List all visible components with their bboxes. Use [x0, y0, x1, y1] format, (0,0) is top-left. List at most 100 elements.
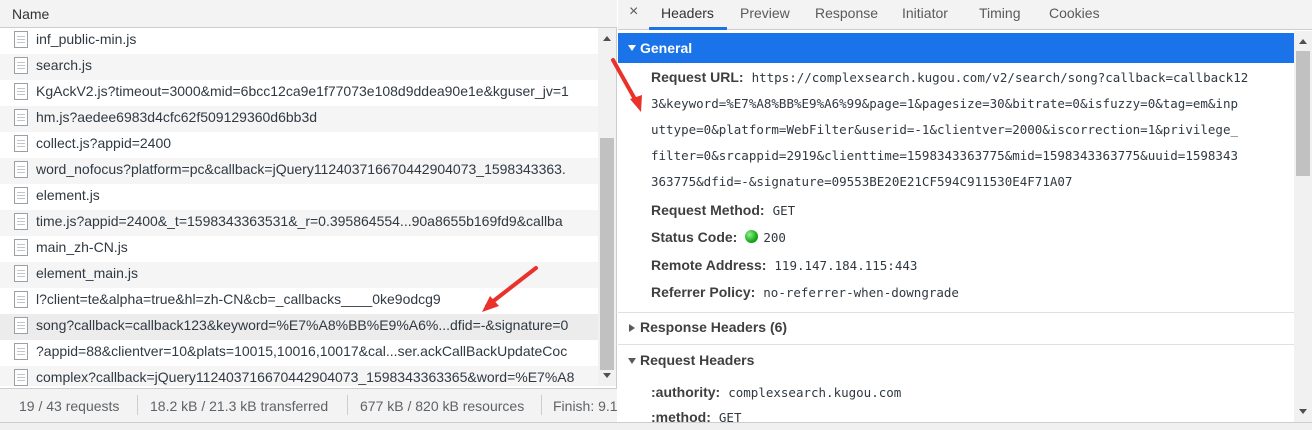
scroll-down-arrow-icon[interactable] — [1299, 409, 1307, 414]
request-name: main_zh-CN.js — [36, 239, 128, 255]
request-url-value-line[interactable]: uttype=0&platform=WebFilter&userid=-1&cl… — [651, 122, 1238, 137]
status-code-label: Status Code: — [651, 229, 738, 245]
request-headers-section-header[interactable]: Request Headers — [618, 347, 1294, 375]
referrer-policy-value[interactable]: no-referrer-when-downgrade — [763, 285, 959, 300]
scrollbar-thumb[interactable] — [600, 138, 614, 370]
document-icon — [14, 187, 28, 204]
request-row[interactable]: complex?callback=jQuery11240371667044290… — [0, 366, 598, 386]
detail-tab-bar: × Headers Preview Response Initiator Tim… — [618, 0, 1312, 30]
tab-cookies[interactable]: Cookies — [1049, 5, 1100, 21]
method-value[interactable]: GET — [719, 410, 742, 422]
request-name: search.js — [36, 57, 93, 73]
scroll-up-arrow-icon[interactable] — [603, 36, 611, 41]
request-row[interactable]: l?client=te&alpha=true&hl=zh-CN&cb=_call… — [0, 288, 598, 314]
tab-response[interactable]: Response — [815, 5, 878, 21]
document-icon — [14, 83, 28, 100]
request-list-scrollbar[interactable] — [598, 28, 616, 386]
status-divider — [541, 395, 542, 415]
tab-timing[interactable]: Timing — [979, 5, 1021, 21]
document-icon — [14, 317, 28, 334]
response-headers-section-header[interactable]: Response Headers (6) — [618, 314, 1294, 342]
method-row: :method: GET — [651, 409, 741, 422]
tab-headers[interactable]: Headers — [661, 5, 714, 21]
request-url-value-line[interactable]: filter=0&srcappid=2919&clienttime=159834… — [651, 148, 1238, 163]
request-row[interactable]: element.js — [0, 184, 598, 210]
request-row[interactable]: element_main.js — [0, 262, 598, 288]
status-divider — [137, 395, 138, 415]
authority-value[interactable]: complexsearch.kugou.com — [728, 385, 901, 400]
document-icon — [14, 57, 28, 74]
request-name: hm.js?aedee6983d4cfc62f509129360d6bb3d — [36, 109, 318, 125]
request-name: l?client=te&alpha=true&hl=zh-CN&cb=_call… — [36, 291, 441, 307]
document-icon — [14, 291, 28, 308]
referrer-policy-label: Referrer Policy: — [651, 284, 756, 300]
authority-label: :authority: — [651, 384, 721, 400]
document-icon — [14, 239, 28, 256]
document-icon — [14, 343, 28, 360]
collapsed-triangle-icon — [629, 324, 635, 332]
request-row[interactable]: collect.js?appid=2400 — [0, 132, 598, 158]
network-request-pane: Name inf_public-min.js search.js KgAckV2.j… — [0, 0, 617, 430]
request-list: inf_public-min.js search.js KgAckV2.js?tim… — [0, 28, 598, 386]
network-status-bar: 19 / 43 requests 18.2 kB / 21.3 kB trans… — [0, 388, 617, 422]
status-code-value[interactable]: 200 — [763, 230, 786, 245]
headers-panel: General Request URL: https://complexsearc… — [618, 31, 1294, 422]
request-row[interactable]: time.js?appid=2400&_t=1598343363531&_r=0… — [0, 210, 598, 236]
document-icon — [14, 135, 28, 152]
detail-scrollbar[interactable] — [1294, 31, 1312, 422]
transferred-size: 18.2 kB / 21.3 kB transferred — [150, 398, 329, 414]
request-name: word_nofocus?platform=pc&callback=jQuery… — [36, 161, 566, 177]
remote-address-value[interactable]: 119.147.184.115:443 — [774, 258, 917, 273]
status-divider — [347, 395, 348, 415]
request-name: element_main.js — [36, 265, 138, 281]
scroll-down-arrow-icon[interactable] — [603, 373, 611, 378]
request-row[interactable]: search.js — [0, 54, 598, 80]
request-row[interactable]: inf_public-min.js — [0, 28, 598, 54]
request-name: complex?callback=jQuery11240371667044290… — [36, 369, 575, 385]
tab-initiator[interactable]: Initiator — [902, 5, 948, 21]
name-column-header[interactable]: Name — [0, 0, 617, 28]
request-method-row: Request Method: GET — [651, 202, 795, 218]
request-url-label: Request URL: — [651, 69, 744, 85]
request-row[interactable]: main_zh-CN.js — [0, 236, 598, 262]
request-row[interactable]: hm.js?aedee6983d4cfc62f509129360d6bb3d — [0, 106, 598, 132]
request-row[interactable]: KgAckV2.js?timeout=3000&mid=6bcc12ca9e1f… — [0, 80, 598, 106]
request-headers-title: Request Headers — [640, 352, 755, 368]
request-name: inf_public-min.js — [36, 31, 137, 47]
close-icon[interactable]: × — [629, 3, 638, 21]
request-row[interactable]: word_nofocus?platform=pc&callback=jQuery… — [0, 158, 598, 184]
authority-row: :authority: complexsearch.kugou.com — [651, 384, 901, 400]
document-icon — [14, 265, 28, 282]
scroll-up-arrow-icon[interactable] — [1299, 39, 1307, 44]
request-name: KgAckV2.js?timeout=3000&mid=6bcc12ca9e1f… — [36, 83, 569, 99]
status-ok-dot-icon — [745, 230, 759, 243]
remote-address-label: Remote Address: — [651, 257, 767, 273]
remote-address-row: Remote Address: 119.147.184.115:443 — [651, 257, 917, 273]
scrollbar-thumb[interactable] — [1296, 51, 1310, 176]
general-section-title: General — [640, 40, 693, 56]
expanded-triangle-icon — [628, 358, 636, 364]
request-method-label: Request Method: — [651, 202, 765, 218]
request-url-value-line[interactable]: 3&keyword=%E7%A8%BB%E9%A6%99&page=1&page… — [651, 96, 1238, 111]
tab-preview[interactable]: Preview — [740, 5, 790, 21]
expanded-triangle-icon — [628, 45, 636, 51]
document-icon — [14, 369, 28, 386]
document-icon — [14, 213, 28, 230]
request-row[interactable]: ?appid=88&clientver=10&plats=10015,10016… — [0, 340, 598, 366]
request-name: ?appid=88&clientver=10&plats=10015,10016… — [36, 343, 568, 359]
general-section-header[interactable]: General — [618, 33, 1294, 63]
request-url-value-line[interactable]: https://complexsearch.kugou.com/v2/searc… — [752, 70, 1249, 85]
method-label: :method: — [651, 409, 711, 422]
request-method-value[interactable]: GET — [773, 203, 796, 218]
section-divider — [618, 312, 1294, 313]
name-column-label: Name — [12, 6, 50, 22]
referrer-policy-row: Referrer Policy: no-referrer-when-downgra… — [651, 284, 959, 300]
request-count: 19 / 43 requests — [19, 398, 120, 414]
response-headers-title: Response Headers (6) — [640, 319, 788, 335]
document-icon — [14, 161, 28, 178]
request-name: song?callback=callback123&keyword=%E7%A8… — [36, 317, 569, 333]
request-row[interactable]: song?callback=callback123&keyword=%E7%A8… — [0, 314, 598, 340]
document-icon — [14, 31, 28, 48]
request-name: collect.js?appid=2400 — [36, 135, 172, 151]
request-url-value-line[interactable]: 363775&dfid=-&signature=09553BE20E21CF59… — [651, 174, 1072, 189]
